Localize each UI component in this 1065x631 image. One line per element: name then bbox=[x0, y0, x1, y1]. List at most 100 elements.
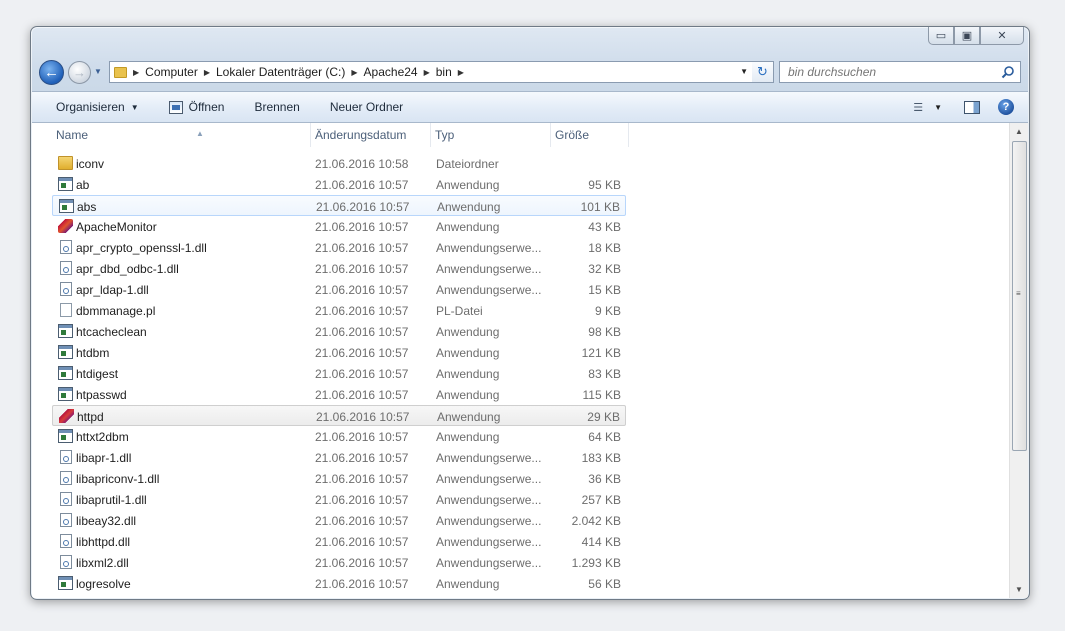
dll-file-icon bbox=[60, 534, 72, 548]
file-row[interactable]: libapr-1.dll 21.06.2016 10:57 Anwendungser… bbox=[52, 447, 626, 468]
file-name: libapr-1.dll bbox=[76, 451, 132, 465]
application-icon bbox=[58, 324, 73, 338]
file-date: 21.06.2016 10:57 bbox=[315, 472, 409, 486]
file-type: Anwendungserwe... bbox=[436, 262, 542, 276]
file-row[interactable]: dbmmanage.pl 21.06.2016 10:57 PL-Datei 9 KB bbox=[52, 300, 626, 321]
breadcrumb-drive-c[interactable]: Lokaler Datenträger (C:) bbox=[216, 65, 345, 79]
scrollbar-thumb[interactable]: ≡ bbox=[1012, 141, 1027, 451]
file-date: 21.06.2016 10:57 bbox=[315, 535, 409, 549]
file-date: 21.06.2016 10:57 bbox=[315, 220, 409, 234]
forward-button[interactable]: → bbox=[68, 61, 91, 84]
organize-button[interactable]: Organisieren ▼ bbox=[56, 100, 139, 114]
chevron-right-icon[interactable]: ▶ bbox=[351, 68, 357, 77]
file-size: 98 KB bbox=[588, 325, 621, 339]
column-size[interactable]: Größe bbox=[551, 123, 629, 147]
file-row[interactable]: libxml2.dll 21.06.2016 10:57 Anwendungserw… bbox=[52, 552, 626, 573]
file-row[interactable]: ab 21.06.2016 10:57 Anwendung 95 KB bbox=[52, 174, 626, 195]
open-button[interactable]: Öffnen bbox=[168, 100, 224, 114]
chevron-right-icon[interactable]: ▶ bbox=[204, 68, 210, 77]
arrow-left-icon: ← bbox=[44, 64, 59, 81]
command-bar-right: ☰ ▼ ? bbox=[913, 92, 1028, 122]
search-icon[interactable] bbox=[1001, 65, 1015, 79]
file-date: 21.06.2016 10:57 bbox=[315, 493, 409, 507]
file-row[interactable]: htcacheclean 21.06.2016 10:57 Anwendung 98 … bbox=[52, 321, 626, 342]
view-options-icon[interactable]: ☰ bbox=[913, 101, 923, 114]
file-type: Anwendung bbox=[436, 577, 500, 591]
file-row[interactable]: libhttpd.dll 21.06.2016 10:57 Anwendungser… bbox=[52, 531, 626, 552]
organize-label: Organisieren bbox=[56, 100, 125, 114]
file-list-pane: Name ▲ Änderungsdatum Typ Größe iconv 21.… bbox=[32, 123, 1028, 598]
file-row[interactable]: logresolve 21.06.2016 10:57 Anwendung 56 KB bbox=[52, 573, 626, 594]
arrow-right-icon: → bbox=[73, 65, 86, 80]
file-row[interactable]: apr_crypto_openssl-1.dll 21.06.2016 10:57… bbox=[52, 237, 626, 258]
history-dropdown-icon[interactable]: ▼ bbox=[94, 67, 102, 76]
file-date: 21.06.2016 10:57 bbox=[315, 283, 409, 297]
file-row[interactable]: apr_ldap-1.dll 21.06.2016 10:57 Anwendungs… bbox=[52, 279, 626, 300]
burn-button[interactable]: Brennen bbox=[254, 100, 299, 114]
application-icon bbox=[58, 576, 73, 590]
file-row[interactable]: ApacheMonitor 21.06.2016 10:57 Anwendung 43… bbox=[52, 216, 626, 237]
address-bar[interactable]: ▶ Computer ▶ Lokaler Datenträger (C:) ▶ … bbox=[109, 61, 753, 83]
new-folder-button[interactable]: Neuer Ordner bbox=[330, 100, 403, 114]
file-date: 21.06.2016 10:57 bbox=[315, 577, 409, 591]
chevron-right-icon[interactable]: ▶ bbox=[424, 68, 430, 77]
file-size: 183 KB bbox=[581, 451, 621, 465]
file-row[interactable]: libaprutil-1.dll 21.06.2016 10:57 Anwendun… bbox=[52, 489, 626, 510]
refresh-button[interactable]: ↻ bbox=[752, 61, 774, 83]
breadcrumb-bin[interactable]: bin bbox=[436, 65, 452, 79]
vertical-scrollbar[interactable]: ▲ ≡ ▼ bbox=[1009, 123, 1028, 598]
application-icon bbox=[58, 366, 73, 380]
file-size: 32 KB bbox=[588, 262, 621, 276]
file-size: 115 KB bbox=[582, 388, 621, 402]
file-name: iconv bbox=[76, 157, 105, 171]
search-input[interactable] bbox=[780, 64, 990, 80]
file-row[interactable]: libeay32.dll 21.06.2016 10:57 Anwendungser… bbox=[52, 510, 626, 531]
file-type: Anwendungserwe... bbox=[436, 493, 542, 507]
close-button[interactable]: ✕ bbox=[980, 27, 1024, 45]
file-date: 21.06.2016 10:57 bbox=[315, 367, 409, 381]
file-row[interactable]: htpasswd 21.06.2016 10:57 Anwendung 115 KB bbox=[52, 384, 626, 405]
file-row[interactable]: httpd 21.06.2016 10:57 Anwendung 29 KB bbox=[52, 405, 626, 426]
maximize-button[interactable]: ▣ bbox=[954, 27, 980, 45]
file-date: 21.06.2016 10:58 bbox=[315, 157, 409, 171]
file-row[interactable]: htdigest 21.06.2016 10:57 Anwendung 83 KB bbox=[52, 363, 626, 384]
scroll-up-icon[interactable]: ▲ bbox=[1010, 123, 1028, 140]
file-type: Anwendung bbox=[436, 430, 500, 444]
file-size: 56 KB bbox=[588, 577, 621, 591]
file-date: 21.06.2016 10:57 bbox=[315, 178, 409, 192]
file-name: htpasswd bbox=[76, 388, 127, 402]
search-box[interactable] bbox=[779, 61, 1021, 83]
file-row[interactable]: iconv 21.06.2016 10:58 Dateiordner bbox=[52, 153, 626, 174]
file-row[interactable]: abs 21.06.2016 10:57 Anwendung 101 KB bbox=[52, 195, 626, 216]
preview-pane-icon[interactable] bbox=[964, 100, 980, 114]
column-name[interactable]: Name ▲ bbox=[52, 123, 311, 147]
file-row[interactable]: httxt2dbm 21.06.2016 10:57 Anwendung 64 KB bbox=[52, 426, 626, 447]
file-type: Anwendung bbox=[436, 220, 500, 234]
minimize-button[interactable]: ▭ bbox=[928, 27, 954, 45]
command-bar: Organisieren ▼ Öffnen Brennen Neuer Ordn… bbox=[32, 91, 1028, 123]
breadcrumb-computer[interactable]: Computer bbox=[145, 65, 198, 79]
file-name: libxml2.dll bbox=[76, 556, 129, 570]
scroll-down-icon[interactable]: ▼ bbox=[1010, 581, 1028, 598]
file-size: 15 KB bbox=[588, 283, 621, 297]
file-size: 121 KB bbox=[581, 346, 621, 360]
column-type[interactable]: Typ bbox=[431, 123, 551, 147]
chevron-right-icon[interactable]: ▶ bbox=[133, 68, 139, 77]
file-row[interactable]: libapriconv-1.dll 21.06.2016 10:57 Anwendu… bbox=[52, 468, 626, 489]
file-size: 18 KB bbox=[588, 241, 621, 255]
view-dropdown-icon[interactable]: ▼ bbox=[934, 103, 942, 112]
file-name: libeay32.dll bbox=[76, 514, 137, 528]
breadcrumb-apache24[interactable]: Apache24 bbox=[364, 65, 418, 79]
chevron-right-icon[interactable]: ▶ bbox=[458, 68, 464, 77]
file-row[interactable]: apr_dbd_odbc-1.dll 21.06.2016 10:57 Anwend… bbox=[52, 258, 626, 279]
file-name: htdbm bbox=[76, 346, 110, 360]
file-size: 2.042 KB bbox=[571, 514, 621, 528]
help-icon[interactable]: ? bbox=[998, 99, 1014, 115]
column-date[interactable]: Änderungsdatum bbox=[311, 123, 431, 147]
application-icon bbox=[58, 387, 73, 401]
file-name: dbmmanage.pl bbox=[76, 304, 156, 318]
address-dropdown-icon[interactable]: ▼ bbox=[740, 67, 748, 76]
file-type: Anwendungserwe... bbox=[436, 451, 542, 465]
back-button[interactable]: ← bbox=[39, 60, 64, 85]
file-row[interactable]: htdbm 21.06.2016 10:57 Anwendung 121 KB bbox=[52, 342, 626, 363]
